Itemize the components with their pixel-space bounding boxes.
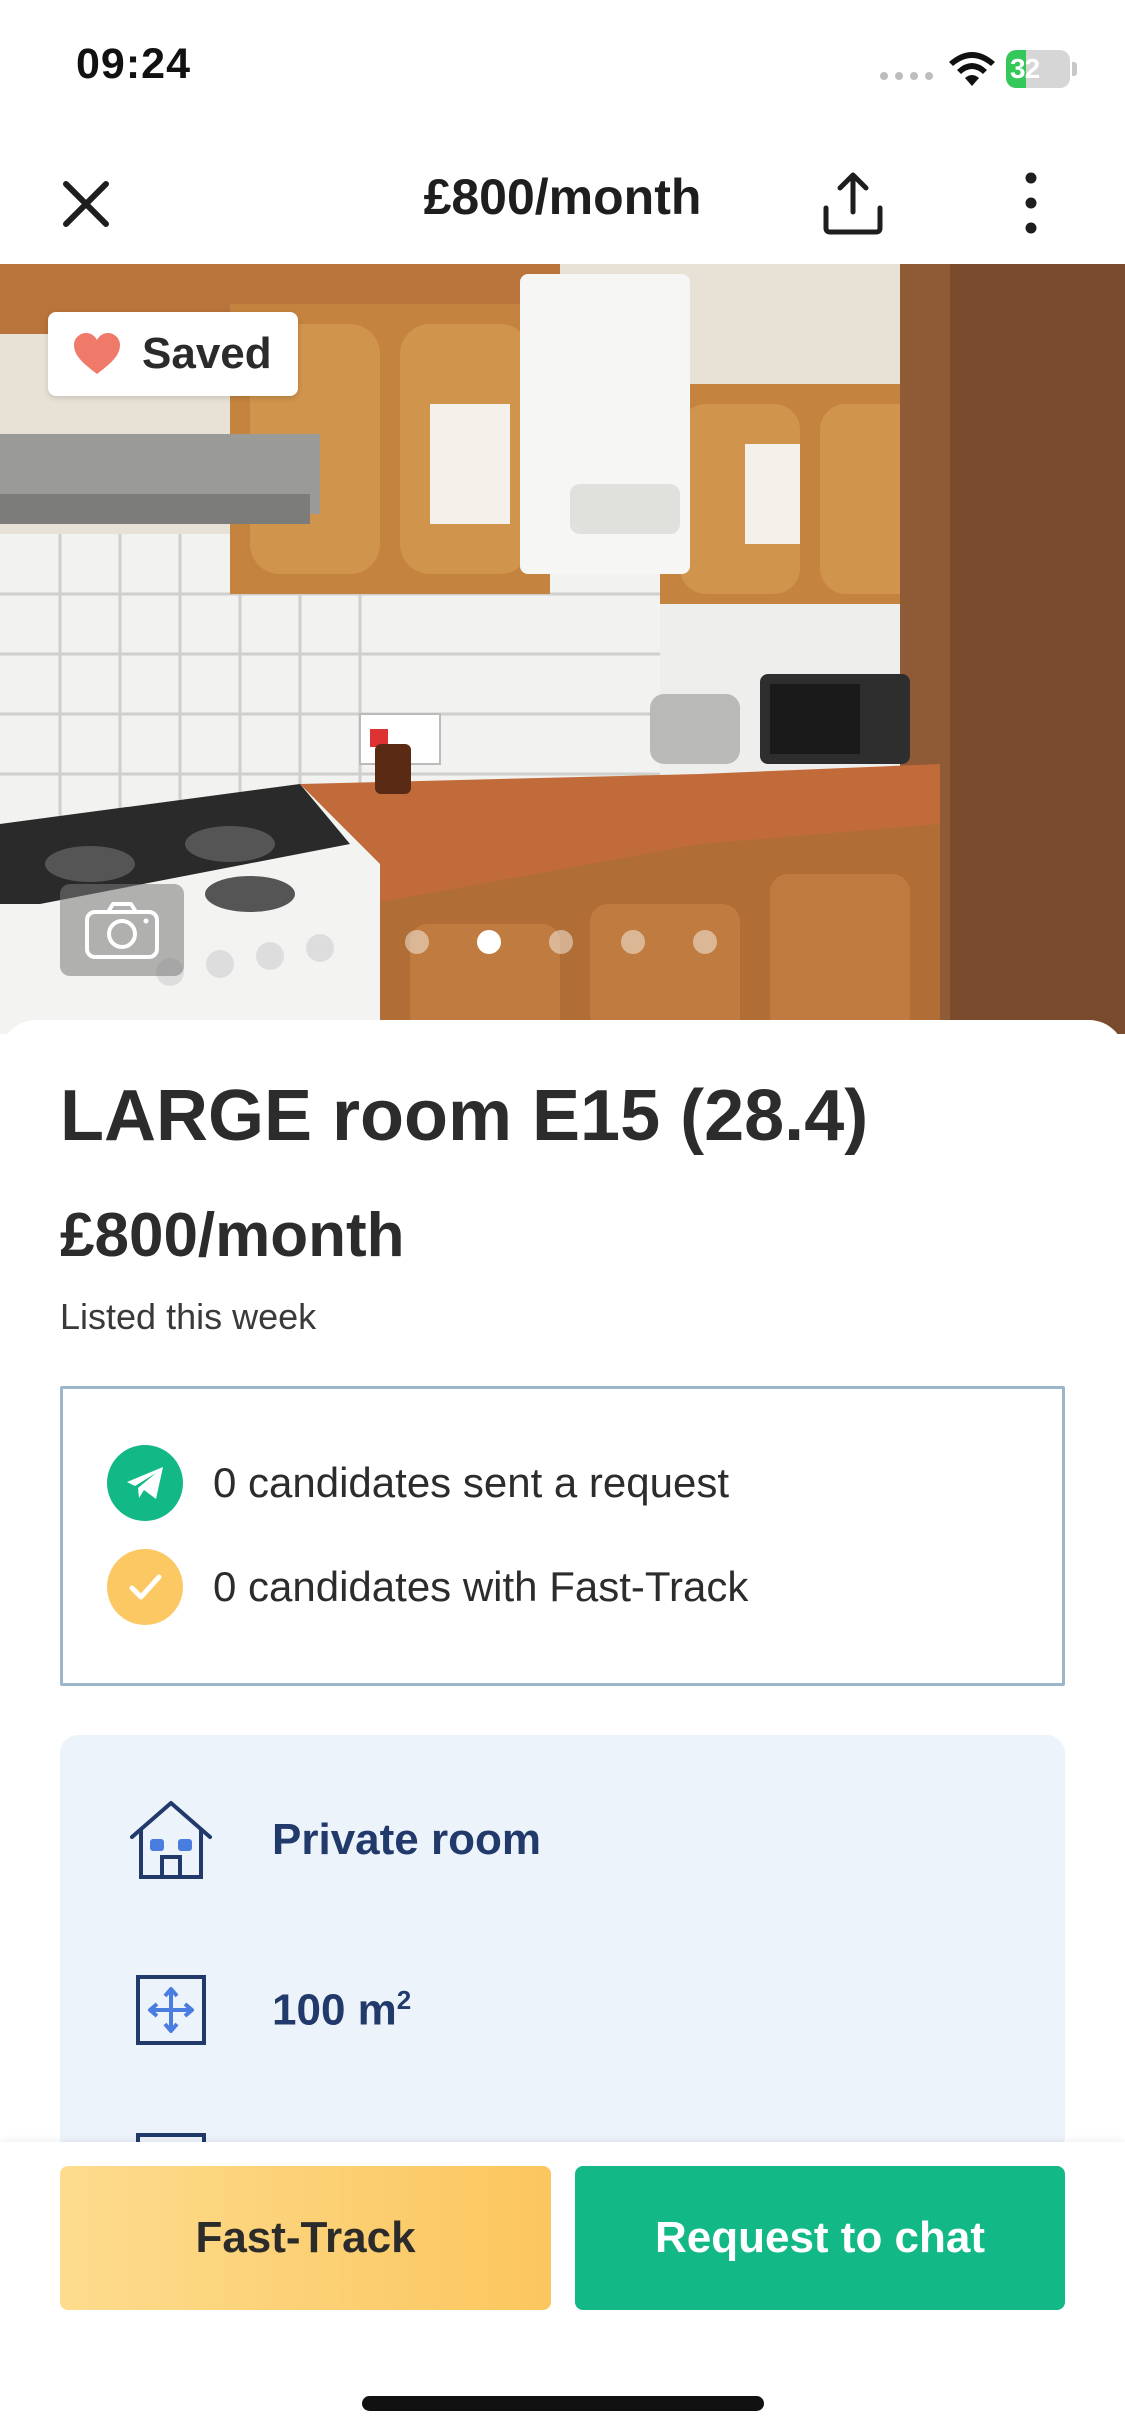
status-time: 09:24	[76, 40, 191, 88]
carousel-dot[interactable]	[621, 930, 645, 954]
share-icon[interactable]	[818, 168, 888, 238]
size-value: 100 m	[272, 1985, 397, 2035]
listing-detail-screen: 09:24 32 £800/month Saved LARGE room E15…	[0, 0, 1125, 2436]
checkmark-icon	[107, 1549, 183, 1625]
carousel-dots	[405, 930, 717, 954]
feature-room-type: Private room	[126, 1795, 541, 1885]
size-unit-superscript: 2	[396, 1984, 412, 2015]
photo-gallery-button[interactable]	[60, 884, 184, 976]
saved-label: Saved	[142, 329, 272, 378]
area-size-icon	[136, 1975, 206, 2045]
nav-title: £800/month	[423, 169, 702, 225]
wifi-icon	[949, 52, 995, 86]
candidates-summary: 0 candidates sent a request 0 candidates…	[60, 1386, 1065, 1686]
carousel-dot[interactable]	[477, 930, 501, 954]
requests-count-row: 0 candidates sent a request	[107, 1445, 729, 1521]
status-bar: 09:24 32	[0, 0, 1125, 140]
requests-count-text: 0 candidates sent a request	[213, 1459, 730, 1506]
feature-size: 100 m2	[126, 1965, 411, 2055]
listed-date: Listed this week	[60, 1296, 317, 1337]
home-indicator[interactable]	[362, 2396, 764, 2411]
camera-icon	[85, 902, 159, 959]
heart-icon	[74, 333, 120, 374]
more-icon[interactable]	[1010, 168, 1052, 238]
fast-track-button[interactable]: Fast-Track	[60, 2166, 551, 2310]
house-icon	[130, 1801, 212, 1879]
listing-price: £800/month	[60, 1201, 405, 1270]
carousel-dot[interactable]	[693, 930, 717, 954]
room-type-label: Private room	[272, 1815, 541, 1864]
carousel-dot[interactable]	[549, 930, 573, 954]
paper-plane-icon	[107, 1445, 183, 1521]
nav-bar: £800/month	[0, 140, 1125, 264]
listing-photo-carousel[interactable]: Saved	[0, 264, 1125, 1034]
saved-toggle[interactable]: Saved	[48, 312, 298, 396]
battery-icon: 32	[1006, 50, 1077, 88]
listing-title: LARGE room E15 (28.4)	[60, 1076, 869, 1156]
size-label: 100 m2	[272, 1985, 411, 2036]
battery-percent: 32	[1010, 53, 1040, 84]
listing-details-sheet: LARGE room E15 (28.4) £800/month Listed …	[0, 1020, 1125, 2155]
fasttrack-count-text: 0 candidates with Fast-Track	[213, 1563, 749, 1610]
cellular-signal-icon	[880, 72, 933, 80]
carousel-dot[interactable]	[405, 930, 429, 954]
fasttrack-count-row: 0 candidates with Fast-Track	[107, 1549, 748, 1625]
features-list: Private room 100 m2	[60, 1735, 1065, 2155]
request-to-chat-button[interactable]: Request to chat	[575, 2166, 1065, 2310]
bottom-action-bar: Fast-Track Request to chat	[0, 2142, 1125, 2436]
